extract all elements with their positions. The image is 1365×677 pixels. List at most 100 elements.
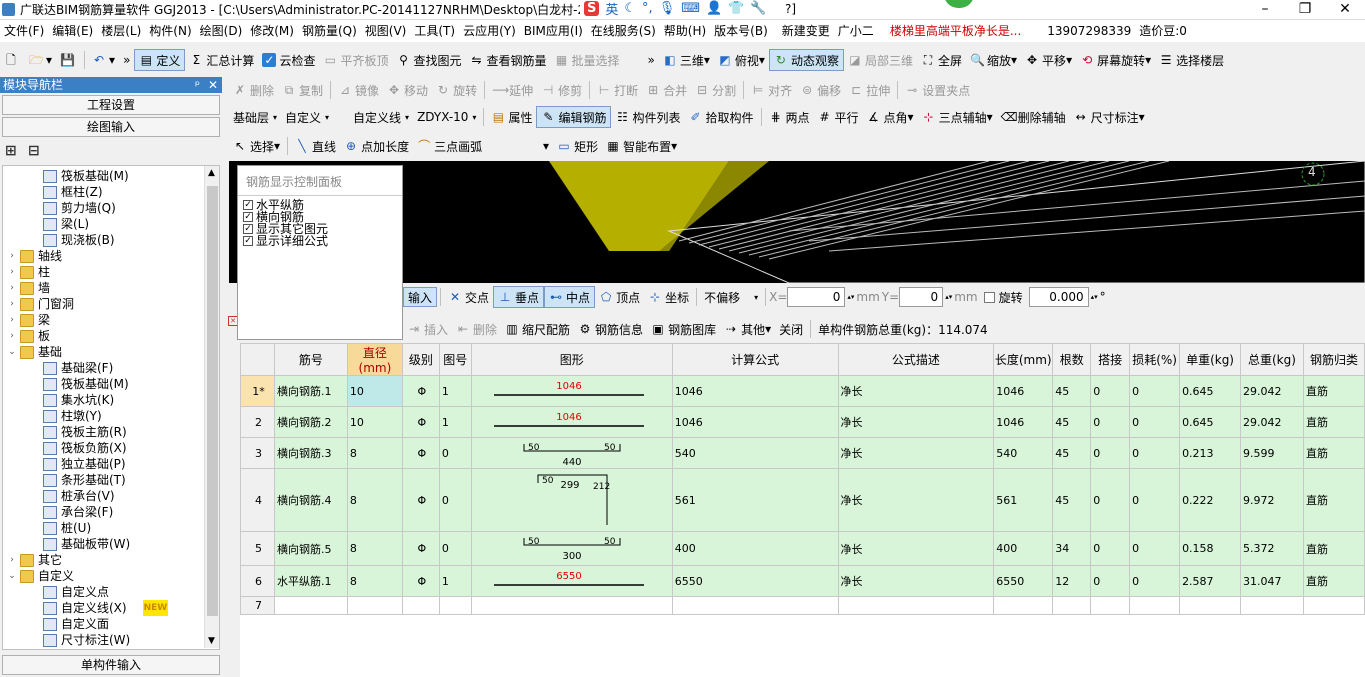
collapse-all-icon[interactable]: ⊟ <box>28 143 40 159</box>
table-row[interactable]: 3 横向钢筋.3 8 Φ 0 50 440 50 540 净长 540 45 0 0 0.213 9.599 直… <box>240 437 1365 469</box>
smart-layout-tool[interactable]: ▦ 智能布置 ▾ <box>602 135 681 157</box>
break-button[interactable]: ⊢ 打断 <box>593 79 642 101</box>
column-header[interactable]: 图号 <box>438 343 472 376</box>
grip-button[interactable]: ⊸ 设置夹点 <box>901 79 974 101</box>
scroll-down-icon[interactable]: ▼ <box>208 636 215 646</box>
batch-select-button[interactable]: ▦ 批量选择 <box>551 49 624 71</box>
cell-name[interactable]: 横向钢筋.4 <box>273 468 348 532</box>
table-row[interactable]: 1* 横向钢筋.1 10 Φ 1 1046 1046 净长 1046 45 0 0 0.645 29.04… <box>240 375 1365 407</box>
menu-item-14[interactable]: 新建变更 <box>778 20 834 42</box>
point-angle-button[interactable]: ∡ 点角 ▾ <box>863 106 918 128</box>
cell-loss[interactable]: 0 <box>1129 437 1181 469</box>
cell-grade[interactable]: Φ <box>401 406 440 438</box>
trim-button[interactable]: ⊣ 修剪 <box>537 79 586 101</box>
row-number[interactable]: 6 <box>240 565 275 597</box>
menu-item-10[interactable]: BIM应用(I) <box>520 20 587 42</box>
user-icon[interactable]: 👤 <box>706 1 722 16</box>
column-header[interactable]: 损耗(%) <box>1129 343 1181 376</box>
sum-button[interactable]: Σ 汇总计算 <box>185 49 258 71</box>
find-button[interactable]: ⚲ 查找图元 <box>392 49 465 71</box>
tree-scroll-thumb[interactable] <box>207 186 218 616</box>
cell-total_w[interactable]: 29.042 <box>1240 375 1304 407</box>
insert-button[interactable]: ⇥ 插入 <box>403 318 452 340</box>
cell-lap[interactable]: 0 <box>1090 375 1131 407</box>
column-header[interactable]: 长度(mm) <box>993 343 1054 376</box>
tree-item[interactable]: 框柱(Z) <box>43 184 103 200</box>
cell-count[interactable]: 45 <box>1052 406 1092 438</box>
cell-grade[interactable] <box>401 596 440 615</box>
tree-item[interactable]: 自定义面 <box>43 616 109 632</box>
column-header[interactable]: 直径(mm) <box>346 343 403 376</box>
cell-dia[interactable]: 8 <box>346 468 403 532</box>
menu-item-5[interactable]: 修改(M) <box>246 20 298 42</box>
tree-item[interactable]: 桩(U) <box>43 520 91 536</box>
cell-len[interactable]: 561 <box>993 468 1054 532</box>
cell-fig[interactable]: 0 <box>438 437 472 469</box>
cell-len[interactable]: 1046 <box>993 406 1054 438</box>
checkbox-checked-icon[interactable]: ✓ <box>243 236 253 246</box>
pick-button[interactable]: ✐ 拾取构件 <box>684 106 757 128</box>
three-point-axis-button[interactable]: ⊹ 三点辅轴 ▾ <box>918 106 997 128</box>
split-button[interactable]: ⊟ 分割 <box>691 79 740 101</box>
shirt-icon[interactable]: 👕 <box>728 1 744 16</box>
tree-folder[interactable]: › 板 <box>7 328 50 344</box>
ime-toolbar[interactable]: S 英 ☾ °, 🎙 ⌨ 👤 👕 🔧 <box>580 0 771 18</box>
cell-fig[interactable] <box>438 596 472 615</box>
single-input-button[interactable]: 单构件输入 <box>2 655 220 675</box>
cell-total_w[interactable]: 5.372 <box>1240 531 1304 566</box>
cell-dia[interactable]: 10 <box>346 406 403 438</box>
tree-folder[interactable]: ⌄ 基础 <box>7 344 62 360</box>
cell-formula[interactable]: 1046 <box>671 406 839 438</box>
tree-folder[interactable]: › 墙 <box>7 280 50 296</box>
column-header[interactable]: 根数 <box>1052 343 1092 376</box>
cell-lap[interactable]: 0 <box>1090 531 1131 566</box>
cell-total_w[interactable]: 29.042 <box>1240 406 1304 438</box>
column-header[interactable]: 搭接 <box>1090 343 1131 376</box>
local-3d-button[interactable]: ◪ 局部三维 <box>844 49 917 71</box>
rect-tool[interactable]: ▭ 矩形 <box>553 135 602 157</box>
cell-total_w[interactable]: 9.972 <box>1240 468 1304 532</box>
stretch-button[interactable]: ⊏ 拉伸 <box>845 79 894 101</box>
nav-close-icon[interactable]: ✕ <box>208 77 218 93</box>
menu-item-9[interactable]: 云应用(Y) <box>459 20 520 42</box>
flat-top-button[interactable]: ▭ 平齐板顶 <box>319 49 392 71</box>
green-badge-icon[interactable] <box>944 0 974 8</box>
offset-select[interactable]: 不偏移 ▾ <box>700 289 762 306</box>
menu-item-6[interactable]: 钢筋量(Q) <box>298 20 361 42</box>
tree-item[interactable]: 筏板主筋(R) <box>43 424 127 440</box>
column-header[interactable]: 单重(kg) <box>1179 343 1241 376</box>
expand-all-icon[interactable]: ⊞ <box>5 143 17 159</box>
tree-item[interactable]: 基础梁(F) <box>43 360 113 376</box>
tree-item[interactable]: 现浇板(B) <box>43 232 115 248</box>
row-number[interactable]: 2 <box>240 406 275 438</box>
fullscreen-button[interactable]: ⛶ 全屏 <box>917 49 966 71</box>
tree-item[interactable]: 桩承台(V) <box>43 488 115 504</box>
tree-item[interactable]: 尺寸标注(W) <box>43 632 130 648</box>
cell-loss[interactable]: 0 <box>1129 406 1181 438</box>
cell-unit_w[interactable]: 2.587 <box>1179 565 1241 597</box>
menu-item-11[interactable]: 在线服务(S) <box>587 20 660 42</box>
menu-item-4[interactable]: 绘图(D) <box>196 20 247 42</box>
table-row[interactable]: 4 横向钢筋.4 8 Φ 0 50 299 212 561 净长 561 45 0 0 0.222 9.972… <box>240 468 1365 532</box>
cloud-check-button[interactable]: ✓ 云检查 <box>258 49 319 71</box>
line-tool[interactable]: ╲ 直线 <box>291 135 340 157</box>
table-row[interactable]: 6 水平纵筋.1 8 Φ 1 6550 6550 净长 6550 12 0 0 2.587 31.047 直… <box>240 565 1365 597</box>
cell-dia[interactable] <box>346 596 403 615</box>
expanded-arrow-icon[interactable]: ⌄ <box>7 344 17 360</box>
cell-grade[interactable]: Φ <box>401 437 440 469</box>
cell-desc[interactable]: 净长 <box>837 375 995 407</box>
code-select[interactable]: ZDYX-10 ▾ <box>413 110 480 124</box>
cell-grade[interactable]: Φ <box>401 468 440 532</box>
cell-name[interactable]: 横向钢筋.2 <box>273 406 348 438</box>
menu-item-18[interactable]: 造价豆:0 <box>1135 20 1191 42</box>
floor-select[interactable]: 基础层 ▾ <box>229 109 281 126</box>
project-settings-button[interactable]: 工程设置 <box>2 95 220 115</box>
cell-loss[interactable]: 0 <box>1129 375 1181 407</box>
cell-unit_w[interactable] <box>1179 596 1241 615</box>
copy-button[interactable]: ⧉ 复制 <box>278 79 327 101</box>
cell-len[interactable]: 400 <box>993 531 1054 566</box>
rebar-info-button[interactable]: ⚙ 钢筋信息 <box>574 318 647 340</box>
three-d-button[interactable]: ◧ 三维 ▾ <box>659 49 714 71</box>
input-button[interactable]: 输入 <box>403 287 438 307</box>
delete-axis-button[interactable]: ⌫ 删除辅轴 <box>997 106 1070 128</box>
